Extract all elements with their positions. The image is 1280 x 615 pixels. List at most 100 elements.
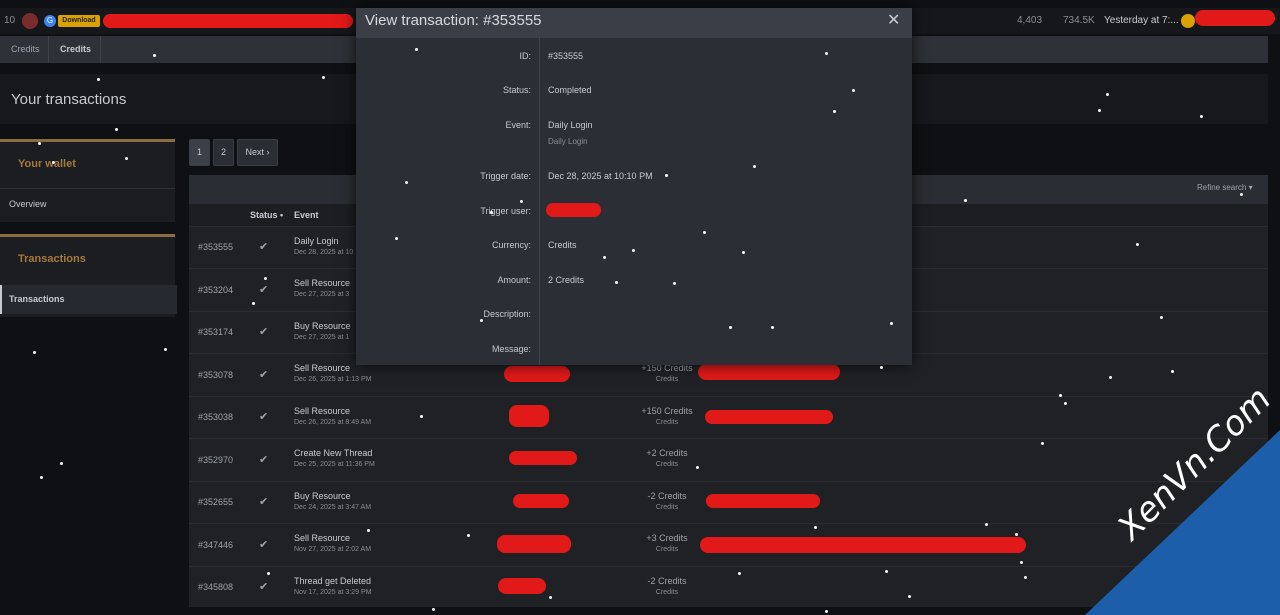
snow-particle <box>52 161 55 164</box>
value-trigger-date: Dec 28, 2025 at 10:10 PM <box>548 171 653 181</box>
user-avatar[interactable] <box>22 13 38 29</box>
account-avatar[interactable] <box>1181 14 1195 28</box>
transaction-id[interactable]: #347446 <box>198 540 233 550</box>
snow-particle <box>825 52 828 55</box>
redacted-note <box>700 537 1026 553</box>
next-page-button[interactable]: Next › <box>237 139 278 166</box>
breadcrumb-item-credits[interactable]: Credits <box>11 36 40 63</box>
stat-size: 734.5K <box>1063 15 1095 26</box>
snow-particle <box>696 466 699 469</box>
value-id: #353555 <box>548 51 584 61</box>
sidebar-item-overview[interactable]: Overview <box>9 199 47 209</box>
redacted-note <box>705 410 833 424</box>
check-icon: ✔ <box>259 241 269 253</box>
download-button[interactable]: Download <box>58 15 100 27</box>
snow-particle <box>367 529 370 532</box>
snow-particle <box>985 523 988 526</box>
transaction-id[interactable]: #345808 <box>198 582 233 592</box>
transaction-id[interactable]: #352970 <box>198 455 233 465</box>
event-name: Buy Resource <box>294 321 351 331</box>
column-status[interactable]: Status • <box>250 204 283 226</box>
sidebar-item-transactions[interactable]: Transactions <box>9 294 65 304</box>
check-icon: ✔ <box>259 326 269 338</box>
snow-particle <box>38 142 41 145</box>
credit-unit: Credits <box>655 419 679 426</box>
transaction-id[interactable]: #352655 <box>198 497 233 507</box>
snow-particle <box>880 366 883 369</box>
snow-particle <box>673 282 676 285</box>
page-1-button[interactable]: 1 <box>189 139 210 166</box>
snow-particle <box>1109 376 1112 379</box>
google-icon[interactable]: G <box>44 15 56 27</box>
breadcrumb-divider <box>100 36 101 63</box>
snow-particle <box>615 281 618 284</box>
snow-particle <box>1041 442 1044 445</box>
snow-particle <box>97 78 100 81</box>
snow-particle <box>852 89 855 92</box>
check-icon: ✔ <box>259 581 269 593</box>
check-icon: ✔ <box>259 539 269 551</box>
snow-particle <box>1106 93 1109 96</box>
snow-particle <box>703 231 706 234</box>
event-date: Nov 27, 2025 at 2:02 AM <box>294 546 372 553</box>
snow-particle <box>1171 370 1174 373</box>
snow-particle <box>164 348 167 351</box>
snow-particle <box>603 256 606 259</box>
label-status: Status: <box>502 85 531 95</box>
sidebar-divider <box>0 188 175 189</box>
value-event-description: Daily Login <box>548 137 588 146</box>
credit-amount: +2 Credits <box>646 448 688 458</box>
check-icon: ✔ <box>259 454 269 466</box>
close-icon[interactable]: ✕ <box>887 10 900 30</box>
snow-particle <box>1136 243 1139 246</box>
snow-particle <box>405 181 408 184</box>
snow-particle <box>125 157 128 160</box>
snow-particle <box>252 302 255 305</box>
snow-particle <box>490 211 493 214</box>
transaction-id[interactable]: #353078 <box>198 370 233 380</box>
transaction-id[interactable]: #353204 <box>198 285 233 295</box>
breadcrumb-item-credits-current[interactable]: Credits <box>60 36 91 63</box>
snow-particle <box>267 572 270 575</box>
redacted-user <box>498 578 546 594</box>
page-title: Your transactions <box>11 91 127 108</box>
check-icon: ✔ <box>259 369 269 381</box>
event-date: Nov 17, 2025 at 3:29 PM <box>294 589 372 596</box>
credit-unit: Credits <box>655 461 679 468</box>
transaction-id[interactable]: #353038 <box>198 412 233 422</box>
label-description: Description: <box>483 309 531 319</box>
snow-particle <box>467 534 470 537</box>
snow-particle <box>738 572 741 575</box>
label-trigger-user: Trigger user: <box>480 206 531 216</box>
credit-unit: Credits <box>655 589 679 596</box>
stat-count: 4,403 <box>1017 15 1043 26</box>
snow-particle <box>33 351 36 354</box>
value-currency: Credits <box>548 240 577 250</box>
snow-particle <box>415 48 418 51</box>
redacted-user <box>509 405 549 427</box>
snow-particle <box>520 200 523 203</box>
snow-particle <box>395 237 398 240</box>
refine-search-button[interactable]: Refine search ▾ <box>1197 183 1253 192</box>
table-row[interactable] <box>189 438 1268 481</box>
event-name: Sell Resource <box>294 533 351 543</box>
snow-particle <box>771 326 774 329</box>
sidebar-heading-transactions: Transactions <box>18 253 86 265</box>
snow-particle <box>1059 394 1062 397</box>
event-name: Daily Login <box>294 236 339 246</box>
dialog-title: View transaction: #353555 <box>365 12 542 29</box>
page-2-button[interactable]: 2 <box>213 139 234 166</box>
snow-particle <box>825 610 828 613</box>
snow-particle <box>153 54 156 57</box>
snow-particle <box>1240 193 1243 196</box>
redacted-trigger-user <box>546 203 601 217</box>
transaction-id[interactable]: #353555 <box>198 242 233 252</box>
credit-amount: -2 Credits <box>647 491 687 501</box>
label-currency: Currency: <box>491 240 531 250</box>
check-icon: ✔ <box>259 411 269 423</box>
snow-particle <box>632 249 635 252</box>
event-date: Dec 27, 2025 at 3 <box>294 291 350 298</box>
redacted-user <box>509 451 577 465</box>
check-icon: ✔ <box>259 284 269 296</box>
transaction-id[interactable]: #353174 <box>198 327 233 337</box>
